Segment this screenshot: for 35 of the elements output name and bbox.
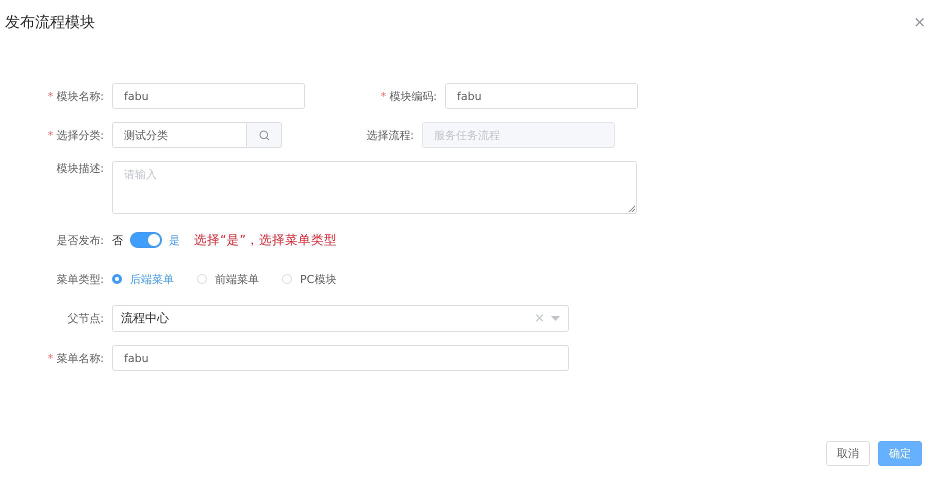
search-button[interactable] [247, 122, 282, 148]
radio-label: 前端菜单 [215, 272, 259, 286]
switch-on-label: 是 [169, 232, 180, 248]
cancel-button[interactable]: 取消 [826, 441, 870, 466]
radio-option[interactable]: 前端菜单 [197, 272, 259, 286]
required-mark: * [48, 128, 54, 142]
field-label: 模块名称: [56, 90, 104, 102]
required-mark: * [48, 352, 54, 364]
field-label: 菜单名称: [56, 352, 104, 364]
required-mark: * [48, 90, 54, 102]
radio-label: PC模块 [300, 272, 336, 286]
select-field[interactable]: 流程中心 × [112, 305, 569, 332]
dialog-title: 发布流程模块 [5, 12, 95, 32]
text-input[interactable]: fabu [112, 83, 305, 109]
field-label: 模块描述: [56, 162, 104, 175]
text-input[interactable]: fabu [112, 345, 569, 371]
resize-grip-icon [628, 205, 635, 212]
caret-icon [551, 316, 560, 321]
annotation-note: 选择“是”，选择菜单类型 [194, 232, 337, 248]
field-label: 父节点: [67, 312, 104, 325]
radio-option[interactable]: PC模块 [282, 272, 336, 286]
radio-circle[interactable] [112, 274, 122, 284]
required-mark: * [380, 90, 386, 102]
field-label: 选择流程: [366, 128, 414, 142]
switch-off-label: 否 [112, 232, 123, 248]
category-input[interactable]: 测试分类 [112, 122, 247, 148]
text-input[interactable]: fabu [445, 83, 638, 109]
radio-label: 后端菜单 [130, 272, 174, 286]
field-label: 是否发布: [56, 234, 104, 246]
field-label: 选择分类: [56, 128, 104, 142]
toggle-switch[interactable] [130, 232, 162, 248]
field-label: 菜单类型: [56, 272, 104, 286]
close-icon[interactable]: × [913, 13, 926, 31]
field-label: 模块编码: [389, 90, 437, 102]
search-icon [258, 130, 270, 140]
